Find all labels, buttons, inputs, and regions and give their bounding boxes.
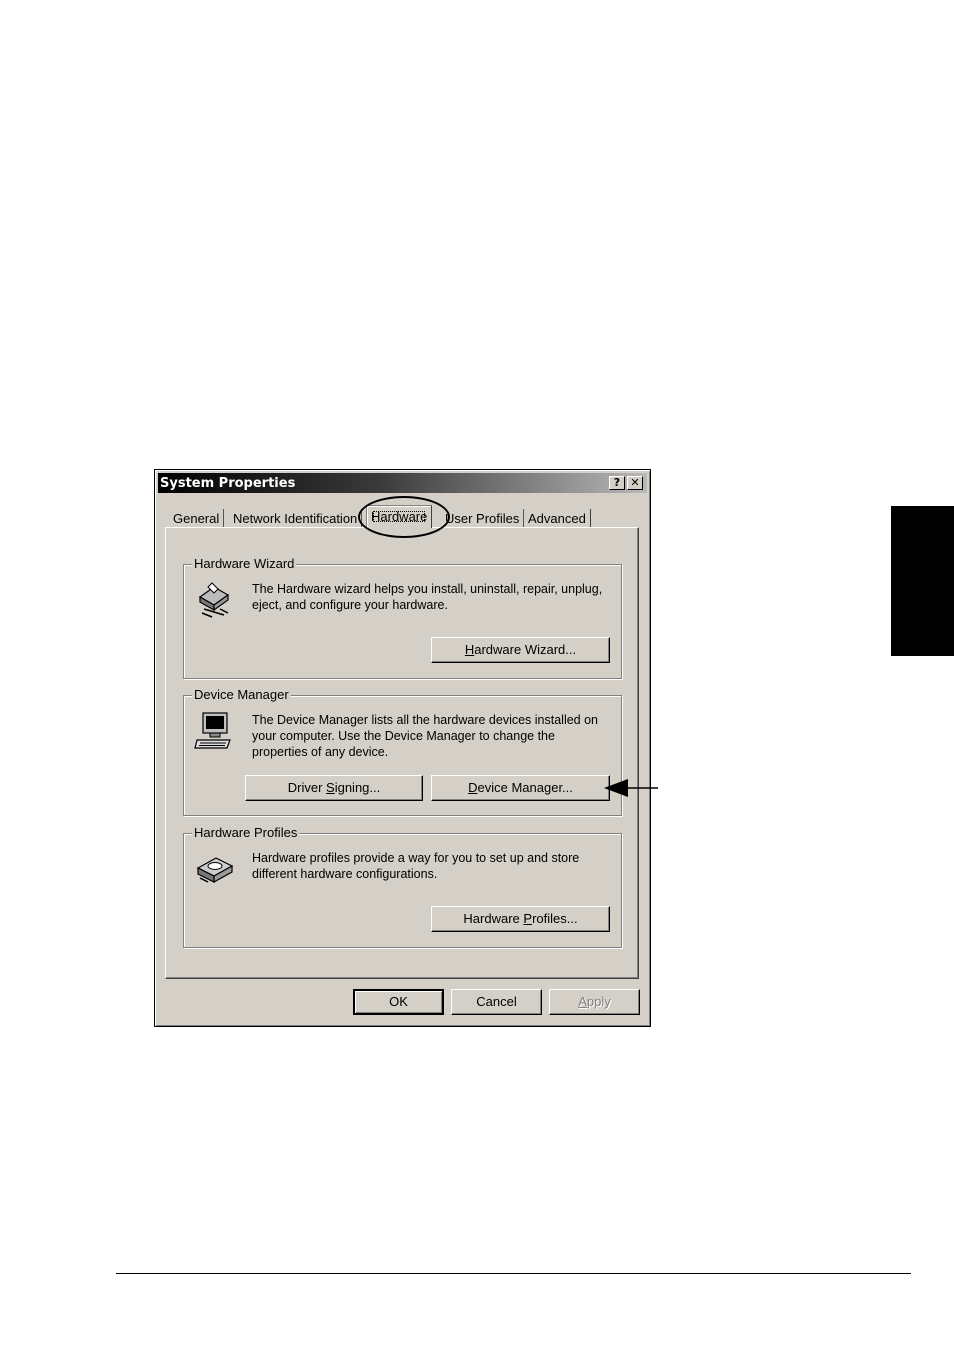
title-bar[interactable]: System Properties ? ✕ [158, 473, 647, 493]
device-manager-description: The Device Manager lists all the hardwar… [252, 713, 599, 759]
driver-signing-button[interactable]: Driver Signing... [245, 775, 423, 801]
tab-network-identification[interactable]: Network Identification [229, 509, 363, 528]
hardware-profiles-description: Hardware profiles provide a way for you … [252, 851, 580, 881]
hardware-wizard-group: Hardware Wizard The Hardware wizard help… [183, 556, 622, 679]
left-arrow-icon [604, 779, 658, 797]
tab-user-profiles[interactable]: User Profiles [441, 509, 525, 528]
system-properties-dialog: System Properties ? ✕ General Network Id… [154, 469, 651, 1027]
close-button[interactable]: ✕ [627, 476, 643, 490]
hardware-profiles-group: Hardware Profiles Hardware profiles prov… [183, 825, 622, 948]
device-manager-button[interactable]: Device Manager... [431, 775, 610, 801]
device-manager-button-label: evice Manager... [477, 780, 573, 795]
driver-signing-button-label-pre: Driver [287, 780, 327, 795]
help-button[interactable]: ? [609, 476, 625, 490]
computer-icon [194, 712, 231, 749]
hardware-profiles-group-label: Hardware Profiles [192, 825, 300, 840]
tab-advanced[interactable]: Advanced [524, 509, 591, 528]
hardware-profiles-button-label-pre: Hardware [463, 911, 524, 926]
tab-hardware[interactable]: Hardware [366, 505, 433, 528]
hardware-profiles-button[interactable]: Hardware Profiles... [431, 906, 610, 932]
apply-button[interactable]: Apply [549, 989, 640, 1015]
hardware-wizard-button-access-key: H [464, 642, 475, 657]
chapter-tab-marker [891, 506, 954, 656]
device-manager-group-label: Device Manager [192, 687, 291, 702]
driver-signing-button-label: igning... [334, 780, 381, 795]
apply-button-label: pply [586, 994, 611, 1009]
dialog-title: System Properties [160, 476, 296, 491]
hardware-wizard-icon [198, 582, 230, 618]
hardware-wizard-description: The Hardware wizard helps you install, u… [252, 582, 603, 612]
hardware-wizard-button-label: ardware Wizard... [474, 642, 577, 657]
tab-hardware-label: Hardware [371, 509, 428, 524]
apply-button-access-key: A [578, 994, 587, 1009]
hardware-profiles-button-access-key: P [523, 911, 533, 926]
hardware-profiles-button-label: rofiles... [532, 911, 578, 926]
hardware-wizard-group-label: Hardware Wizard [192, 556, 297, 571]
footer-rule [116, 1273, 911, 1274]
cancel-button[interactable]: Cancel [451, 989, 542, 1015]
hardware-profiles-icon [196, 857, 234, 884]
tab-general[interactable]: General [169, 509, 225, 528]
device-manager-group: Device Manager The Device Manager lists … [183, 687, 622, 816]
hardware-wizard-button[interactable]: Hardware Wizard... [431, 637, 610, 663]
ok-button[interactable]: OK [353, 989, 444, 1015]
driver-signing-button-access-key: S [326, 780, 335, 795]
hardware-tab-panel: Hardware Wizard The Hardware wizard help… [165, 527, 639, 979]
device-manager-button-access-key: D [468, 780, 478, 795]
